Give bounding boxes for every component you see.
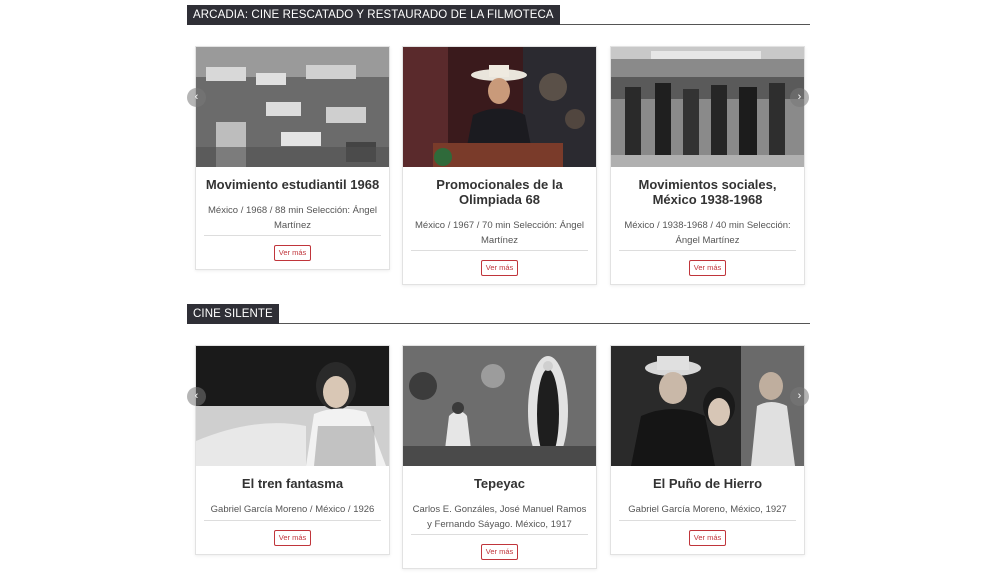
film-still-image[interactable]	[196, 346, 389, 466]
ver-mas-button[interactable]: Ver más	[688, 260, 727, 276]
film-title[interactable]: Movimientos sociales, México 1938-1968	[619, 177, 796, 207]
film-card[interactable]: Movimientos sociales, México 1938-1968 M…	[610, 46, 805, 285]
section-title: CINE SILENTE	[187, 304, 279, 324]
film-still-image[interactable]	[403, 346, 596, 466]
section-cine-silente: CINE SILENTE	[187, 304, 810, 324]
film-meta: México / 1968 / 88 min Selección: Ángel …	[204, 204, 381, 236]
ver-mas-button[interactable]: Ver más	[273, 529, 312, 546]
film-card[interactable]: Promocionales de la Olimpiada 68 México …	[402, 46, 597, 285]
ver-mas-button[interactable]: Ver más	[273, 245, 312, 261]
chevron-right-icon[interactable]: ›	[790, 88, 809, 107]
section-header: CINE SILENTE	[187, 304, 810, 324]
chevron-left-icon[interactable]: ‹	[187, 88, 206, 107]
film-still-image[interactable]	[403, 47, 596, 167]
film-meta: México / 1938-1968 / 40 min Selección: Á…	[619, 219, 796, 251]
film-still-image[interactable]	[611, 346, 804, 466]
film-still-image[interactable]	[611, 47, 804, 167]
film-title[interactable]: Tepeyac	[411, 476, 588, 491]
film-title[interactable]: El tren fantasma	[204, 476, 381, 491]
section-header: ARCADIA: CINE RESCATADO Y RESTAURADO DE …	[187, 5, 810, 25]
film-card[interactable]: Tepeyac Carlos E. Gonzáles, José Manuel …	[402, 345, 597, 569]
section-divider	[187, 323, 810, 324]
carousel-arcadia: Movimiento estudiantil 1968 México / 196…	[187, 46, 810, 286]
section-title: ARCADIA: CINE RESCATADO Y RESTAURADO DE …	[187, 5, 560, 25]
film-card[interactable]: Movimiento estudiantil 1968 México / 196…	[195, 46, 390, 270]
film-title[interactable]: Promocionales de la Olimpiada 68	[411, 177, 588, 207]
film-card[interactable]: El tren fantasma Gabriel García Moreno /…	[195, 345, 390, 555]
chevron-right-icon[interactable]: ›	[790, 387, 809, 406]
film-meta: Gabriel García Moreno, México, 1927	[619, 503, 796, 521]
film-title[interactable]: Movimiento estudiantil 1968	[204, 177, 381, 192]
film-title[interactable]: El Puño de Hierro	[619, 476, 796, 491]
film-still-image[interactable]	[196, 47, 389, 167]
film-meta: Gabriel García Moreno / México / 1926	[204, 503, 381, 521]
film-card[interactable]: El Puño de Hierro Gabriel García Moreno,…	[610, 345, 805, 555]
film-meta: Carlos E. Gonzáles, José Manuel Ramos y …	[411, 503, 588, 535]
carousel-cine-silente: El tren fantasma Gabriel García Moreno /…	[187, 345, 810, 569]
ver-mas-button[interactable]: Ver más	[480, 260, 519, 276]
chevron-left-icon[interactable]: ‹	[187, 387, 206, 406]
section-arcadia: ARCADIA: CINE RESCATADO Y RESTAURADO DE …	[187, 5, 810, 25]
ver-mas-button[interactable]: Ver más	[480, 544, 519, 560]
film-meta: México / 1967 / 70 min Selección: Ángel …	[411, 219, 588, 251]
ver-mas-button[interactable]: Ver más	[688, 529, 727, 546]
